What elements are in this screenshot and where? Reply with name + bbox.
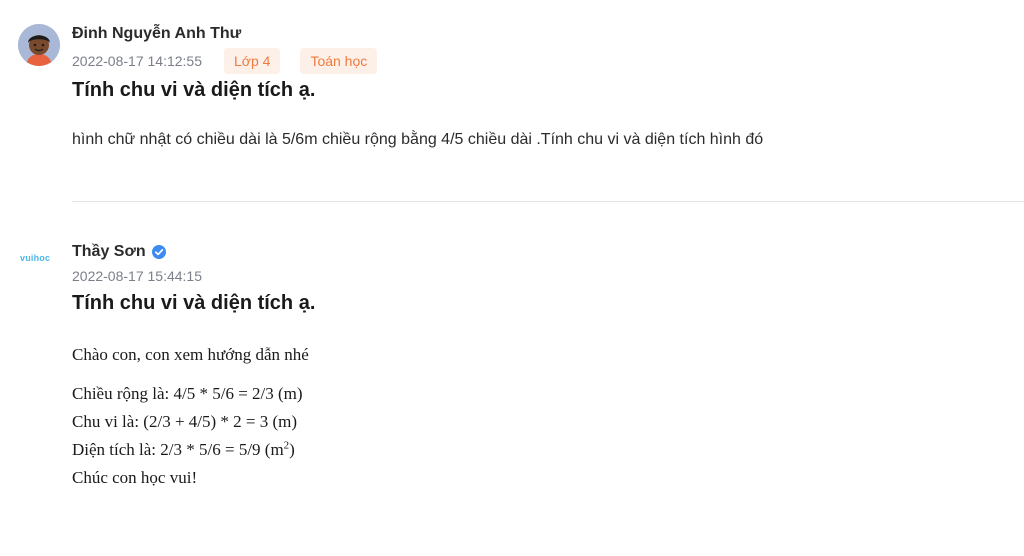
answer-timestamp: 2022-08-17 15:44:15 (72, 268, 202, 284)
answer-width-line: Chiều rộng là: 4/5 * 5/6 = 2/3 (m) (72, 384, 303, 403)
area-line-text: Diện tích là: 2/3 * 5/6 = 5/9 (m (72, 440, 284, 459)
question-title: Tính chu vi và diện tích ạ. (72, 79, 316, 101)
answer-area-line: Diện tích là: 2/3 * 5/6 = 5/9 (m2) (72, 436, 309, 464)
answer-closing: Chúc con học vui! (72, 468, 198, 487)
question-meta: 2022-08-17 14:12:55 Lớp 4 Toán học (72, 48, 378, 74)
answer-perimeter-line: Chu vi là: (2/3 + 4/5) * 2 = 3 (m) (72, 412, 298, 431)
question-author[interactable]: Đinh Nguyễn Anh Thư (72, 25, 241, 43)
question-body: hình chữ nhật có chiều dài là 5/6m chiều… (72, 131, 764, 148)
tag-subject[interactable]: Toán học (300, 48, 378, 74)
student-avatar-icon (18, 24, 60, 66)
divider (72, 201, 1024, 202)
tag-grade[interactable]: Lớp 4 (224, 48, 281, 74)
area-line-close: ) (289, 440, 295, 459)
verified-check-icon (151, 245, 166, 259)
answer-body: Chào con, con xem hướng dẫn nhé Chiều rộ… (72, 341, 309, 492)
answer-title: Tính chu vi và diện tích ạ. (72, 292, 316, 314)
answer-greeting: Chào con, con xem hướng dẫn nhé (72, 345, 309, 364)
answer-author-row: Thầy Sơn (72, 241, 166, 263)
answer-author[interactable]: Thầy Sơn (72, 243, 146, 261)
avatar[interactable] (18, 24, 60, 66)
vuihoc-logo: vuihoc (20, 253, 51, 263)
question-timestamp: 2022-08-17 14:12:55 (72, 53, 202, 69)
